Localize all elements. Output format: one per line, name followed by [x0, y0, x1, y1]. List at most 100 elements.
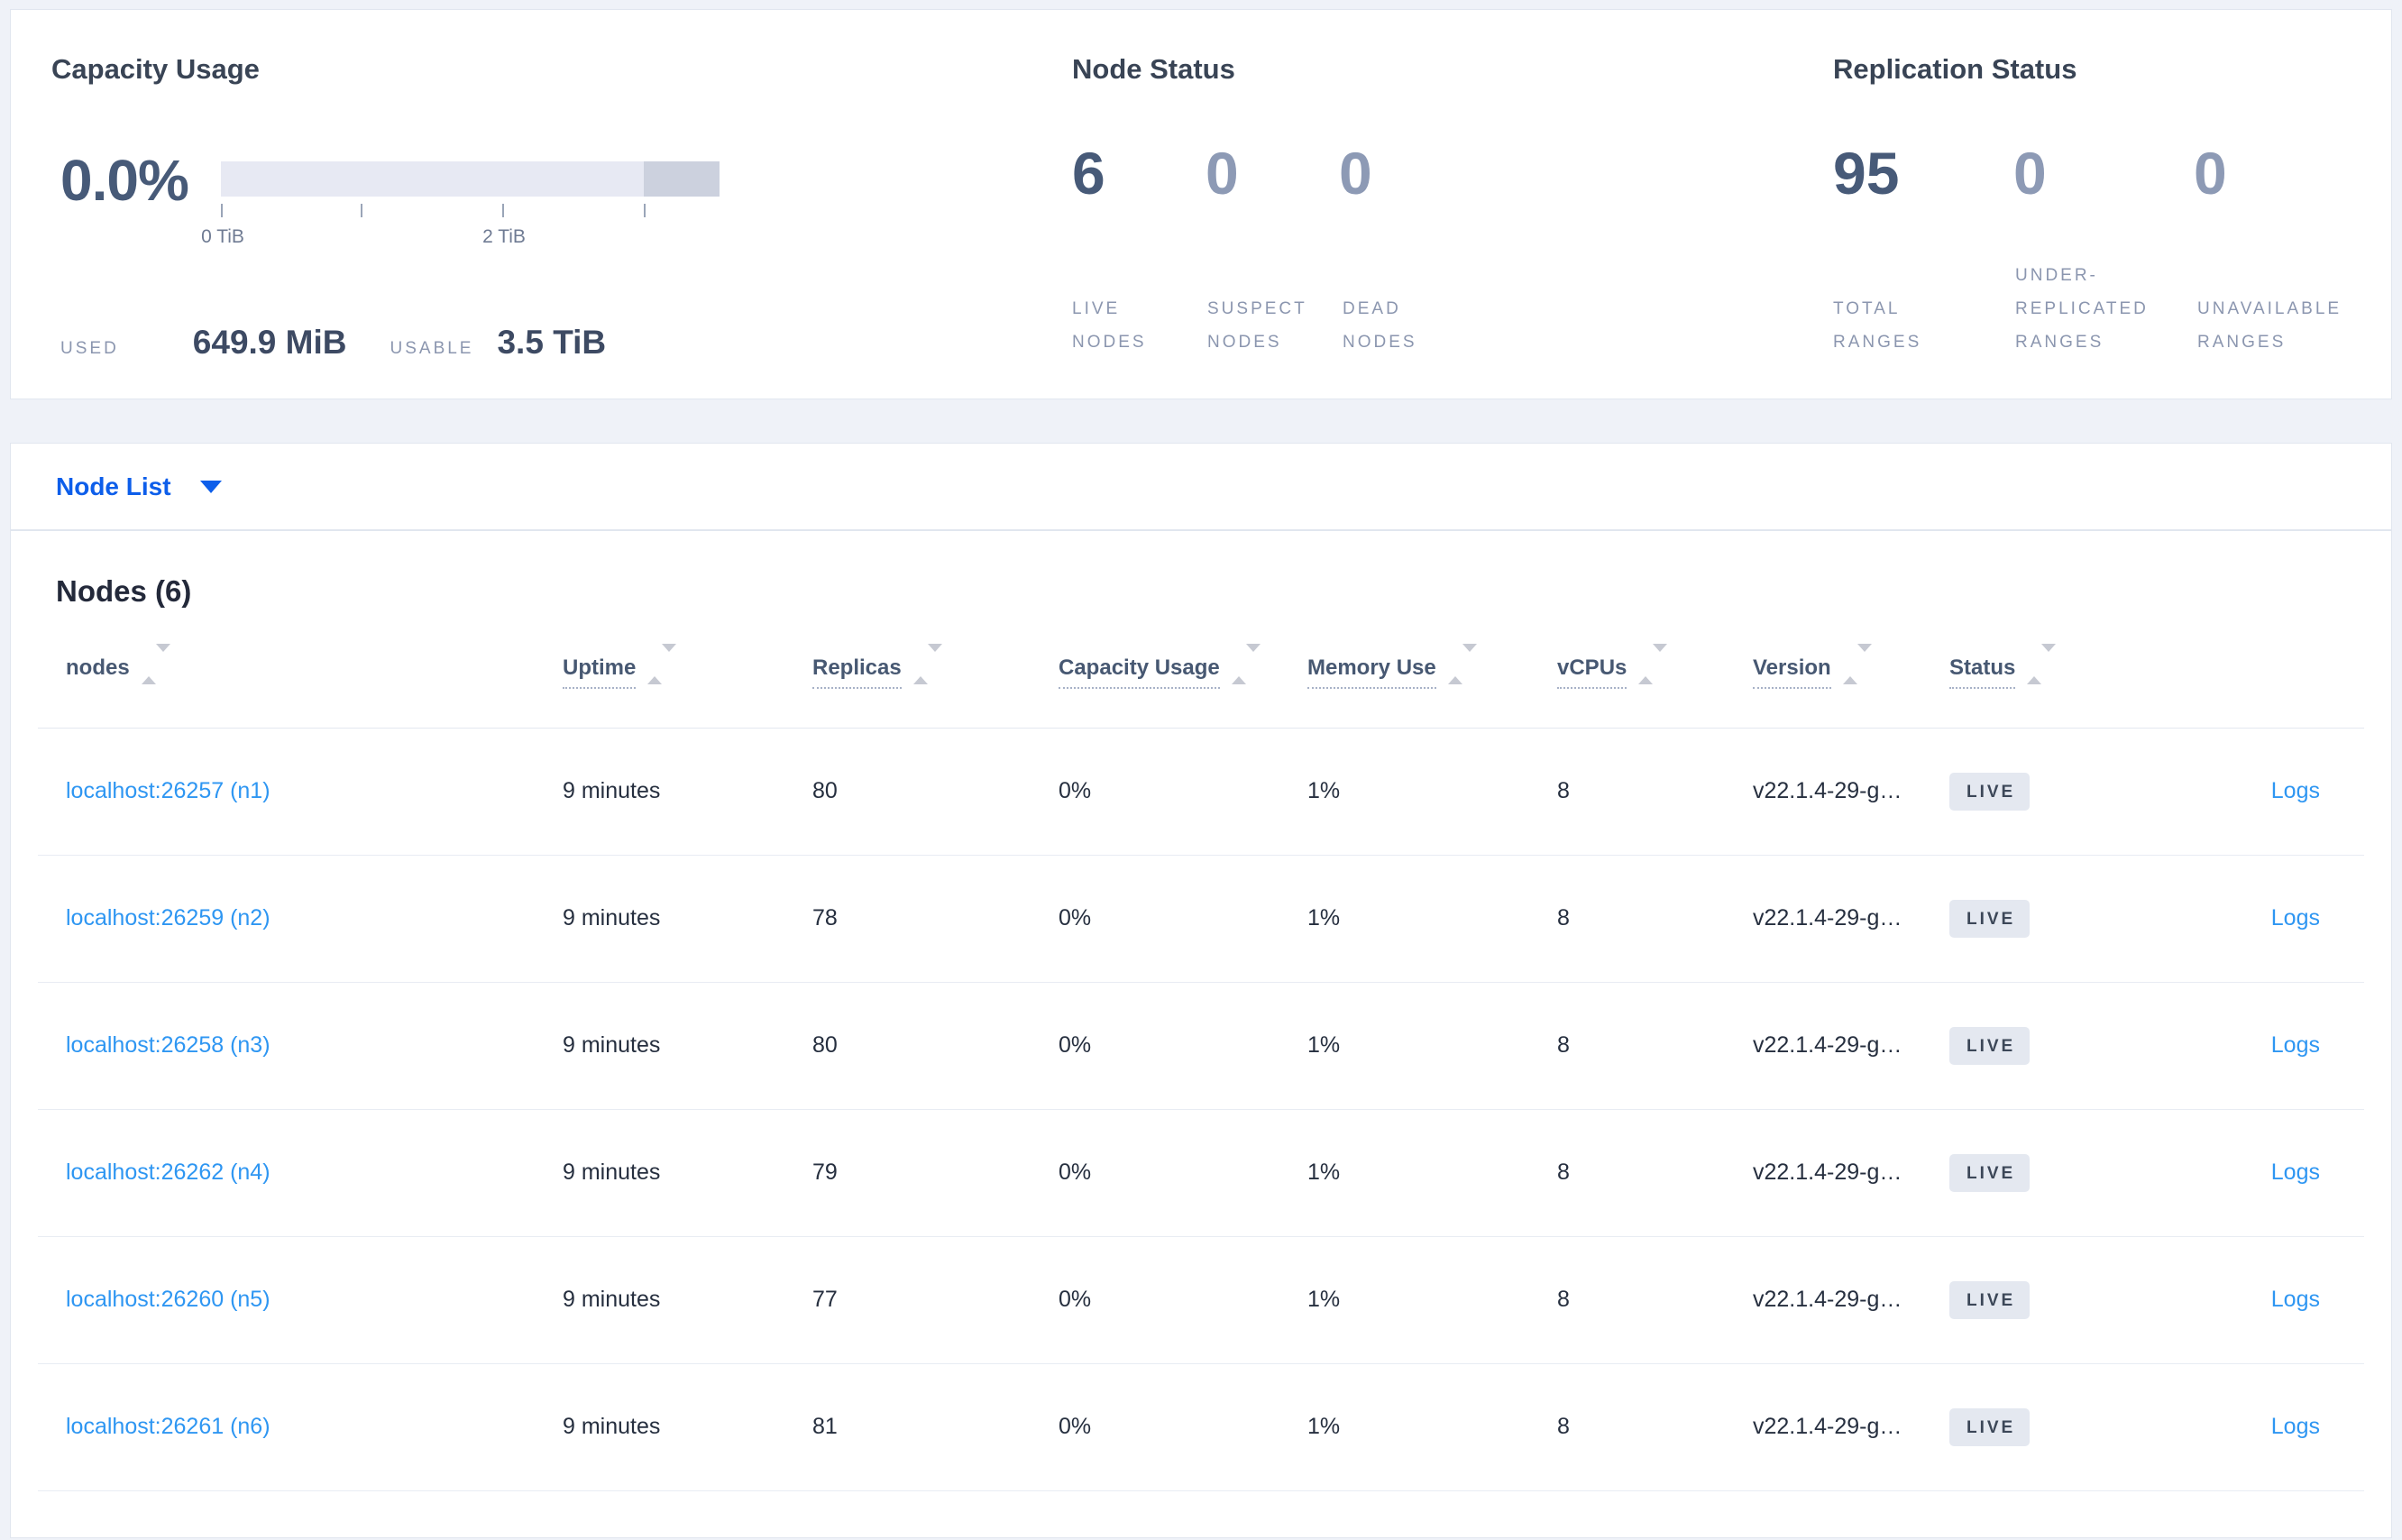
table-row: localhost:26259 (n2) 9 minutes 78 0% 1% …: [38, 855, 2364, 983]
used-label: USED: [60, 339, 119, 358]
node-status-title: Node Status: [1072, 53, 1235, 85]
axis-tick: [221, 204, 223, 217]
logs-link[interactable]: Logs: [2271, 1414, 2320, 1439]
memory-cell: 1%: [1307, 1363, 1557, 1491]
sort-icon[interactable]: [1638, 643, 1668, 684]
axis-tick: [361, 204, 362, 217]
status-badge: LIVE: [1949, 1280, 2031, 1319]
node-link[interactable]: localhost:26260 (n5): [66, 1287, 270, 1312]
status-badge: LIVE: [1949, 772, 2031, 811]
capacity-bar-chart: 0 TiB 2 TiB: [201, 161, 720, 247]
nodes-table: nodes Uptime Replicas Capacity Usage Mem…: [38, 618, 2364, 1491]
version-cell: v22.1.4-29-g…: [1753, 1363, 1949, 1491]
axis-tick: [502, 204, 504, 217]
vcpus-cell: 8: [1557, 1109, 1753, 1237]
version-cell: v22.1.4-29-g…: [1753, 982, 1949, 1110]
suspect-nodes-count: 0: [1206, 140, 1239, 206]
sort-icon[interactable]: [1231, 643, 1261, 684]
node-list-panel: Nodes (6) nodes Uptime Replicas Capacity…: [10, 530, 2392, 1538]
capacity-usage-card: Capacity Usage 0.0% 0 TiB 2 TiB USED 649…: [51, 10, 1025, 399]
suspect-nodes-label: SUSPECT NODES: [1207, 298, 1307, 352]
column-header-status[interactable]: Status: [1949, 618, 2175, 729]
axis-tick: [644, 204, 646, 217]
sort-icon[interactable]: [141, 643, 170, 684]
version-cell: v22.1.4-29-g…: [1753, 1236, 1949, 1364]
node-link[interactable]: localhost:26258 (n3): [66, 1032, 270, 1058]
sort-icon[interactable]: [912, 643, 942, 684]
table-row: localhost:26262 (n4) 9 minutes 79 0% 1% …: [38, 1109, 2364, 1237]
logs-link[interactable]: Logs: [2271, 1287, 2320, 1312]
replicas-cell: 80: [812, 982, 1059, 1110]
sort-icon[interactable]: [647, 643, 677, 684]
uptime-cell: 9 minutes: [563, 1109, 812, 1237]
memory-cell: 1%: [1307, 1109, 1557, 1237]
column-header-vcpus[interactable]: vCPUs: [1557, 618, 1753, 729]
nodes-section-heading: Nodes (6): [56, 574, 192, 608]
table-row: localhost:26260 (n5) 9 minutes 77 0% 1% …: [38, 1236, 2364, 1364]
capacity-usage-title: Capacity Usage: [51, 53, 260, 85]
uptime-cell: 9 minutes: [563, 982, 812, 1110]
table-row: localhost:26258 (n3) 9 minutes 80 0% 1% …: [38, 982, 2364, 1110]
uptime-cell: 9 minutes: [563, 1363, 812, 1491]
usable-label: USABLE: [390, 339, 474, 358]
table-row: localhost:26261 (n6) 9 minutes 81 0% 1% …: [38, 1363, 2364, 1491]
total-ranges-label: TOTAL RANGES: [1833, 298, 1922, 352]
unavailable-ranges-count: 0: [2194, 140, 2227, 206]
column-header-nodes[interactable]: nodes: [38, 618, 563, 729]
vcpus-cell: 8: [1557, 728, 1753, 856]
replicas-cell: 81: [812, 1363, 1059, 1491]
total-ranges-count: 95: [1833, 140, 1900, 206]
capacity-used-percent: 0.0%: [60, 148, 189, 213]
capacity-bar-segment: [644, 161, 720, 197]
version-cell: v22.1.4-29-g…: [1753, 855, 1949, 983]
view-selector-label[interactable]: Node List: [56, 472, 171, 501]
axis-tick-label: 0 TiB: [201, 226, 244, 247]
column-header-version[interactable]: Version: [1753, 618, 1949, 729]
node-link[interactable]: localhost:26261 (n6): [66, 1414, 270, 1439]
logs-link[interactable]: Logs: [2271, 1160, 2320, 1185]
capacity-cell: 0%: [1059, 1236, 1307, 1364]
version-cell: v22.1.4-29-g…: [1753, 728, 1949, 856]
logs-link[interactable]: Logs: [2271, 1032, 2320, 1058]
logs-link[interactable]: Logs: [2271, 905, 2320, 930]
memory-cell: 1%: [1307, 1236, 1557, 1364]
replicas-cell: 80: [812, 728, 1059, 856]
axis-tick-label: 2 TiB: [482, 226, 526, 247]
replication-status-title: Replication Status: [1833, 53, 2077, 85]
capacity-stats: USED 649.9 MiB USABLE 3.5 TiB: [60, 324, 606, 362]
column-header-capacity-usage[interactable]: Capacity Usage: [1059, 618, 1307, 729]
uptime-cell: 9 minutes: [563, 855, 812, 983]
table-header-row: nodes Uptime Replicas Capacity Usage Mem…: [38, 618, 2364, 729]
memory-cell: 1%: [1307, 982, 1557, 1110]
replication-status-card: Replication Status 95 0 0 TOTAL RANGES U…: [1833, 10, 2383, 399]
usable-value: 3.5 TiB: [497, 324, 607, 361]
uptime-cell: 9 minutes: [563, 1236, 812, 1364]
logs-link[interactable]: Logs: [2271, 778, 2320, 803]
used-value: 649.9 MiB: [192, 324, 347, 361]
table-row: localhost:26257 (n1) 9 minutes 80 0% 1% …: [38, 728, 2364, 856]
sort-icon[interactable]: [1447, 643, 1477, 684]
node-link[interactable]: localhost:26262 (n4): [66, 1160, 270, 1185]
version-cell: v22.1.4-29-g…: [1753, 1109, 1949, 1237]
column-header-replicas[interactable]: Replicas: [812, 618, 1059, 729]
dead-nodes-count: 0: [1339, 140, 1372, 206]
column-header-memory-use[interactable]: Memory Use: [1307, 618, 1557, 729]
status-badge: LIVE: [1949, 1153, 2031, 1192]
node-link[interactable]: localhost:26259 (n2): [66, 905, 270, 930]
capacity-cell: 0%: [1059, 855, 1307, 983]
node-link[interactable]: localhost:26257 (n1): [66, 778, 270, 803]
live-nodes-label: LIVE NODES: [1072, 298, 1147, 352]
capacity-cell: 0%: [1059, 728, 1307, 856]
unavailable-ranges-label: UNAVAILABLE RANGES: [2197, 298, 2342, 352]
sort-icon[interactable]: [1842, 643, 1872, 684]
view-selector-dropdown[interactable]: Node List: [10, 443, 2392, 530]
status-badge: LIVE: [1949, 899, 2031, 938]
under-replicated-ranges-count: 0: [2013, 140, 2047, 206]
cluster-summary-panel: Capacity Usage 0.0% 0 TiB 2 TiB USED 649…: [10, 9, 2392, 399]
column-header-logs: [2175, 618, 2364, 729]
replicas-cell: 77: [812, 1236, 1059, 1364]
sort-icon[interactable]: [2027, 643, 2057, 684]
column-header-uptime[interactable]: Uptime: [563, 618, 812, 729]
capacity-cell: 0%: [1059, 982, 1307, 1110]
vcpus-cell: 8: [1557, 1236, 1753, 1364]
